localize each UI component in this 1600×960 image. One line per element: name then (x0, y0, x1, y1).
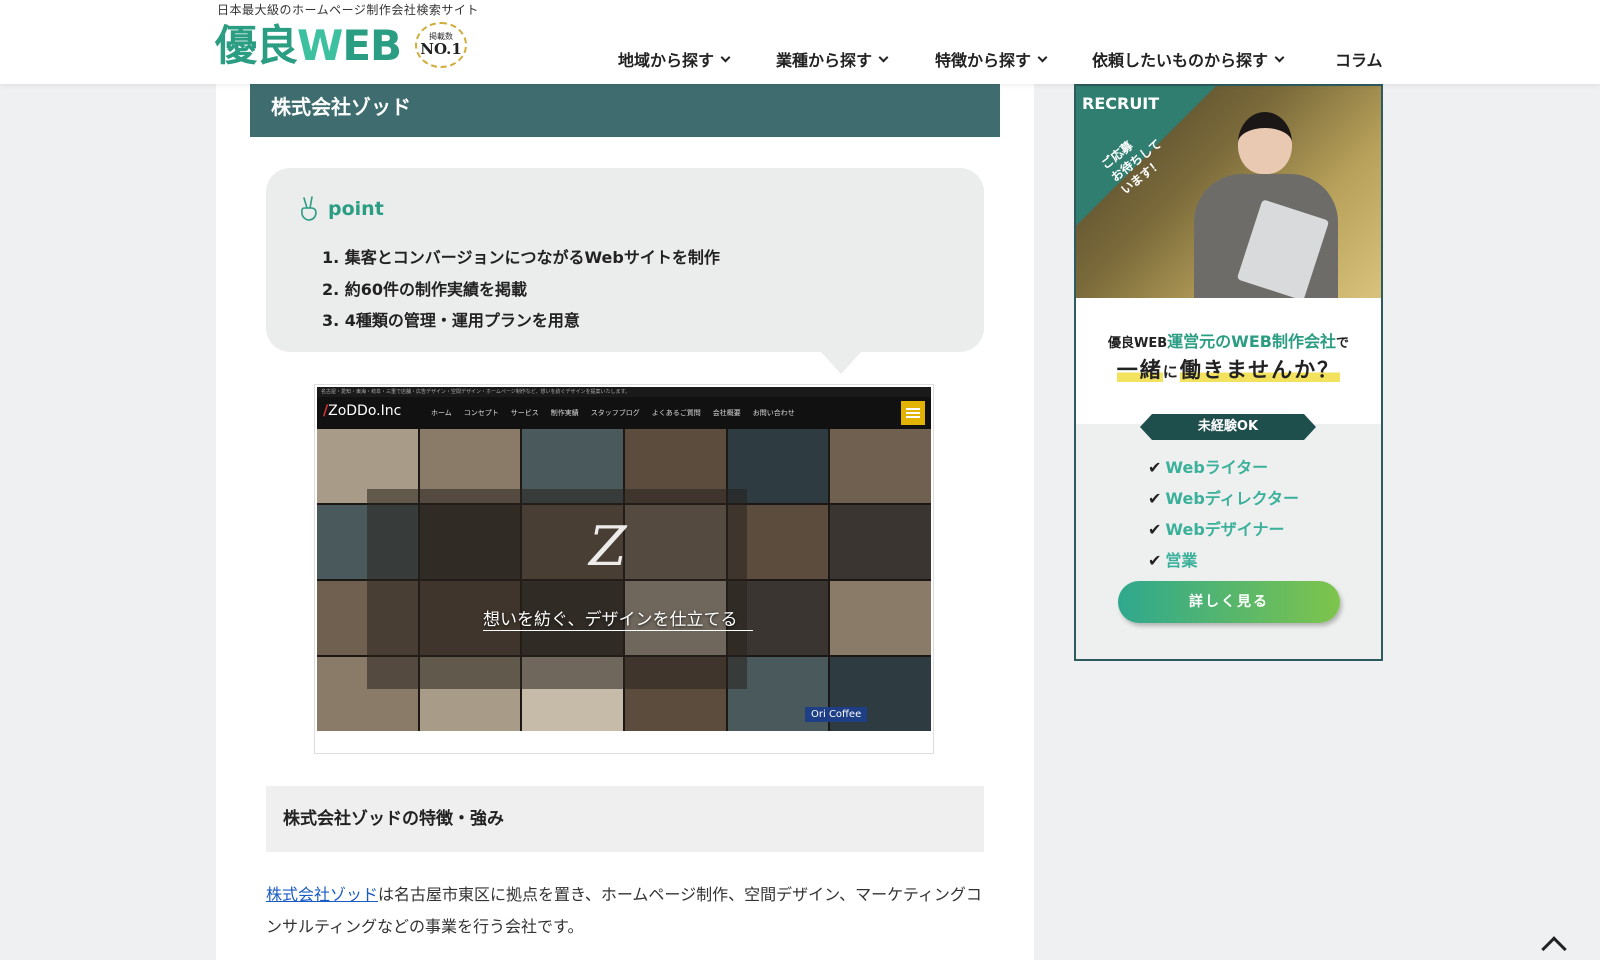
screenshot-menu-item: よくあるご質問 (651, 409, 701, 417)
point-list: 1. 集客とコンバージョンにつながるWebサイトを制作 2. 約60件の制作実績… (322, 242, 720, 337)
point-item: 1. 集客とコンバージョンにつながるWebサイトを制作 (322, 248, 720, 267)
screenshot-menu-item: お問い合わせ (752, 409, 795, 417)
nav-item-request[interactable]: 依頼したいものから探す (1092, 47, 1285, 71)
nav-item-industry[interactable]: 業種から探す (776, 47, 889, 71)
peace-hand-icon (301, 196, 317, 221)
chevron-down-icon (1037, 52, 1048, 62)
banner-lower: 未経験OK ✔ Webライター ✔ Webディレクター ✔ Webデザイナー ✔ 営業 … (1076, 414, 1381, 659)
screenshot-menu-item: 会社概要 (712, 409, 741, 417)
screenshot-menu: ホーム コンセプト サービス 制作実績 スタッフブログ よくあるご質問 会社概要… (431, 408, 795, 418)
job-item: ✔ Webデザイナー (1148, 520, 1285, 539)
point-box-tail (821, 352, 861, 374)
hero-overlay (367, 489, 747, 689)
body-paragraph: 株式会社ゾッドは名古屋市東区に拠点を置き、ホームページ制作、空間デザイン、マーケ… (266, 885, 982, 936)
screenshot-tagline: 想いを紡ぐ、デザインを仕立てる (483, 610, 738, 630)
screenshot-menu-item: コンセプト (463, 409, 499, 417)
point-heading: point (298, 196, 384, 222)
section-heading: 株式会社ゾッドの特徴・強み (266, 786, 984, 852)
chevron-down-icon (878, 52, 889, 62)
article-title: 株式会社ゾッド (250, 84, 1000, 137)
screenshot-nav: /ZoDDo.Inc ホーム コンセプト サービス 制作実績 スタッフブログ よ… (317, 397, 931, 429)
hamburger-icon (901, 401, 925, 425)
nav-item-region[interactable]: 地域から探す (618, 47, 731, 71)
banner-subheading: 優良WEB運営元のWEB制作会社で (1108, 332, 1349, 351)
recruit-photo: RECRUIT ご応募 お待ちして います！ (1076, 86, 1381, 298)
check-icon: ✔ (1148, 489, 1162, 508)
point-box: point 1. 集客とコンバージョンにつながるWebサイトを制作 2. 約60… (266, 168, 984, 352)
screenshot-menu-item: サービス (510, 409, 539, 417)
check-icon: ✔ (1148, 458, 1162, 477)
no-experience-ribbon: 未経験OK (1140, 414, 1316, 440)
nav-item-feature[interactable]: 特徴から探す (935, 47, 1048, 71)
company-website-screenshot: 名古屋・愛知・東海・岐阜・三重で店舗・広告デザイン・空間デザイン・ホームページ制… (314, 384, 934, 754)
main-nav: 地域から探す 業種から探す 特徴から探す 依頼したいものから探す コラム (0, 47, 1600, 73)
details-button[interactable]: 詳しく見る (1118, 581, 1340, 623)
job-item: ✔ 営業 (1148, 551, 1198, 570)
screenshot-topline: 名古屋・愛知・東海・岐阜・三重で店舗・広告デザイン・空間デザイン・ホームページ制… (317, 387, 931, 397)
chevron-down-icon (720, 52, 731, 62)
point-item: 3. 4種類の管理・運用プランを用意 (322, 311, 580, 330)
job-item: ✔ Webライター (1148, 458, 1269, 477)
chevron-down-icon (1274, 52, 1285, 62)
article-content: 株式会社ゾッド point 1. 集客とコンバージョンにつながるWebサイトを制… (216, 84, 1034, 960)
z-logo-mark: Z (589, 515, 627, 578)
nav-item-column[interactable]: コラム (1335, 47, 1383, 71)
screenshot-menu-item: スタッフブログ (590, 409, 640, 417)
point-item: 2. 約60件の制作実績を掲載 (322, 279, 528, 299)
screenshot-sign: Ori Coffee (805, 707, 868, 722)
site-header: 日本最大級のホームページ制作会社検索サイト 優良 WEB 掲載数 NO.1 地域… (0, 0, 1600, 84)
screenshot-image: 名古屋・愛知・東海・岐阜・三重で店舗・広告デザイン・空間デザイン・ホームページ制… (317, 387, 931, 731)
job-list: ✔ Webライター ✔ Webディレクター ✔ Webデザイナー ✔ 営業 (1148, 452, 1299, 576)
recruit-banner[interactable]: RECRUIT ご応募 お待ちして います！ 優良WEB運営元のWEB制作会社で… (1074, 84, 1383, 661)
banner-headline: 一緒に働きませんか？ (1116, 358, 1341, 382)
screenshot-menu-item: 制作実績 (550, 409, 579, 417)
check-icon: ✔ (1148, 520, 1162, 539)
job-item: ✔ Webディレクター (1148, 489, 1300, 508)
tagline-underline (483, 630, 753, 631)
check-icon: ✔ (1148, 551, 1162, 570)
back-to-top-icon[interactable] (1541, 936, 1567, 960)
recruit-label: RECRUIT (1082, 94, 1160, 113)
screenshot-logo: /ZoDDo.Inc (323, 403, 402, 419)
site-tagline: 日本最大級のホームページ制作会社検索サイト (217, 3, 479, 17)
screenshot-menu-item: ホーム (431, 409, 452, 417)
company-link[interactable]: 株式会社ゾッド (266, 885, 378, 904)
